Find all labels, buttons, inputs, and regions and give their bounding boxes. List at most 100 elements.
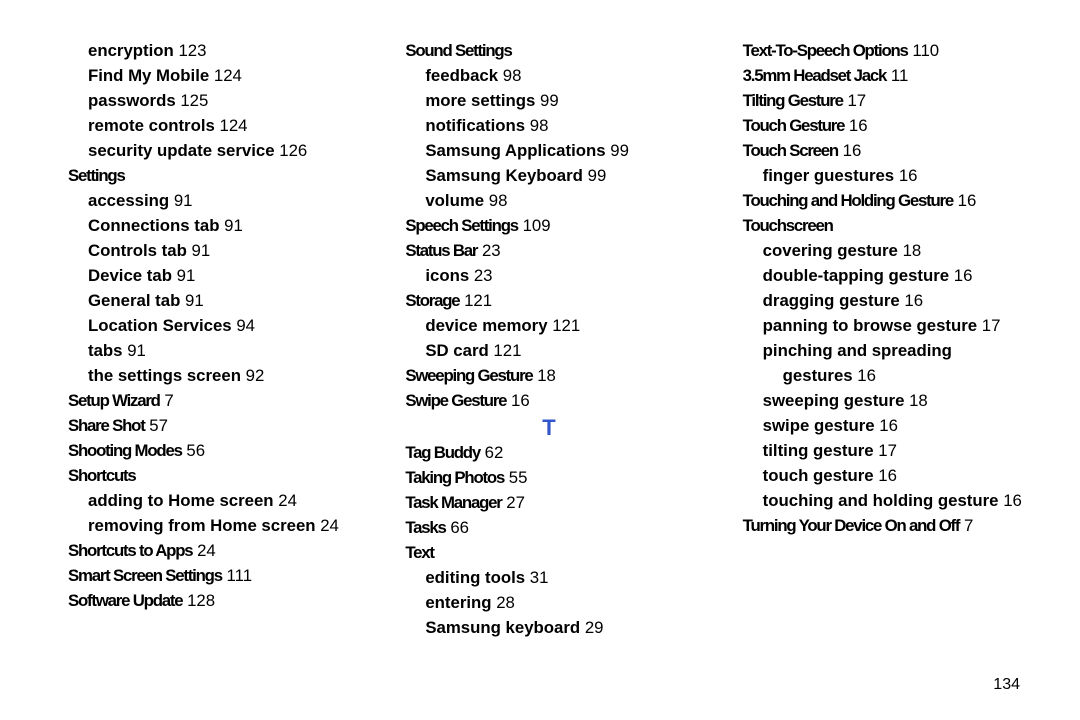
index-entry: entering 28 xyxy=(405,590,692,615)
index-entry: security update service 126 xyxy=(68,138,355,163)
index-entry-page: 16 xyxy=(511,391,530,410)
index-entry: Tilting Gesture 17 xyxy=(743,88,1030,113)
index-entry-label: panning to browse gesture xyxy=(743,316,977,335)
index-entry: touching and holding gesture 16 xyxy=(743,488,1030,513)
index-entry-page: 121 xyxy=(464,291,492,310)
index-entry-page: 123 xyxy=(178,41,206,60)
index-entry: Swipe Gesture 16 xyxy=(405,388,692,413)
index-entry: Turning Your Device On and Off 7 xyxy=(743,513,1030,538)
index-entry: dragging gesture 16 xyxy=(743,288,1030,313)
index-columns: encryption 123 Find My Mobile 124 password… xyxy=(68,38,1030,640)
index-entry-page: 17 xyxy=(982,316,1001,335)
index-entry-label: Speech Settings xyxy=(405,216,518,235)
index-entry-page: 111 xyxy=(227,566,253,585)
index-entry-label: Sound Settings xyxy=(405,41,511,60)
index-entry-page: 29 xyxy=(585,618,604,637)
index-entry-page: 128 xyxy=(187,591,215,610)
index-entry-page: 18 xyxy=(903,241,922,260)
index-entry-page: 16 xyxy=(879,416,898,435)
index-entry: swipe gesture 16 xyxy=(743,413,1030,438)
index-entry-page: 98 xyxy=(489,191,508,210)
index-entry: more settings 99 xyxy=(405,88,692,113)
index-entry: Status Bar 23 xyxy=(405,238,692,263)
index-entry-label: Turning Your Device On and Off xyxy=(743,516,960,535)
index-entry: Sound Settings xyxy=(405,38,692,63)
index-entry-page: 126 xyxy=(279,141,307,160)
index-entry-page: 99 xyxy=(540,91,559,110)
index-entry-label: Controls tab xyxy=(68,241,187,260)
index-entry-page: 28 xyxy=(496,593,515,612)
index-entry-label: Smart Screen Settings xyxy=(68,566,222,585)
index-entry: the settings screen 92 xyxy=(68,363,355,388)
index-entry-label: Connections tab xyxy=(68,216,219,235)
index-entry: Text xyxy=(405,540,692,565)
index-entry: Settings xyxy=(68,163,355,188)
index-entry-page: 91 xyxy=(127,341,146,360)
index-column-3: Text-To-Speech Options 1103.5mm Headset … xyxy=(743,38,1030,640)
index-entry-label: covering gesture xyxy=(743,241,898,260)
index-entry-label: Setup Wizard xyxy=(68,391,160,410)
index-entry-page: 16 xyxy=(878,466,897,485)
index-entry-label: Taking Photos xyxy=(405,468,504,487)
index-entry-label: Shortcuts xyxy=(68,466,136,485)
index-entry-label: tabs xyxy=(68,341,123,360)
index-entry-page: 17 xyxy=(878,441,897,460)
index-entry-label: Find My Mobile xyxy=(68,66,209,85)
index-entry-label: encryption xyxy=(68,41,174,60)
index-entry: double-tapping gesture 16 xyxy=(743,263,1030,288)
index-entry: accessing 91 xyxy=(68,188,355,213)
index-entry: Smart Screen Settings 111 xyxy=(68,563,355,588)
index-entry-label: Shortcuts to Apps xyxy=(68,541,192,560)
index-entry: General tab 91 xyxy=(68,288,355,313)
index-entry-page: 16 xyxy=(958,191,977,210)
index-entry-label: Touch Screen xyxy=(743,141,838,160)
index-entry: tilting gesture 17 xyxy=(743,438,1030,463)
index-entry: volume 98 xyxy=(405,188,692,213)
index-entry-label: more settings xyxy=(405,91,535,110)
index-entry: Connections tab 91 xyxy=(68,213,355,238)
index-entry-label: Samsung Keyboard xyxy=(405,166,583,185)
index-entry-label: accessing xyxy=(68,191,169,210)
index-entry-label: Text xyxy=(405,543,433,562)
index-entry-label: touch gesture xyxy=(743,466,874,485)
index-entry: remote controls 124 xyxy=(68,113,355,138)
index-entry-page: 7 xyxy=(164,391,173,410)
index-entry: feedback 98 xyxy=(405,63,692,88)
index-entry-label: security update service xyxy=(68,141,275,160)
index-entry-page: 24 xyxy=(278,491,297,510)
page-number: 134 xyxy=(993,676,1020,694)
index-entry: Tag Buddy 62 xyxy=(405,440,692,465)
index-entry: 3.5mm Headset Jack 11 xyxy=(743,63,1030,88)
index-entry-page: 7 xyxy=(964,516,973,535)
index-entry-label: remote controls xyxy=(68,116,215,135)
index-entry-page: 110 xyxy=(912,41,939,60)
index-entry: pinching and spreading xyxy=(743,338,1030,363)
index-entry-label: Status Bar xyxy=(405,241,477,260)
index-entry: Text-To-Speech Options 110 xyxy=(743,38,1030,63)
index-entry-label: SD card xyxy=(405,341,488,360)
index-entry: touch gesture 16 xyxy=(743,463,1030,488)
index-entry-label: passwords xyxy=(68,91,176,110)
index-entry-label: dragging gesture xyxy=(743,291,900,310)
index-entry-page: 98 xyxy=(503,66,522,85)
index-entry-page: 91 xyxy=(177,266,196,285)
index-entry: Share Shot 57 xyxy=(68,413,355,438)
index-entry: Touch Screen 16 xyxy=(743,138,1030,163)
index-entry-page: 11 xyxy=(891,66,908,85)
index-entry-page: 91 xyxy=(185,291,204,310)
index-entry: SD card 121 xyxy=(405,338,692,363)
index-entry: covering gesture 18 xyxy=(743,238,1030,263)
index-entry-page: 16 xyxy=(857,366,876,385)
index-entry: Task Manager 27 xyxy=(405,490,692,515)
index-entry-label: adding to Home screen xyxy=(68,491,274,510)
index-entry-label: touching and holding gesture xyxy=(743,491,999,510)
index-entry-page: 121 xyxy=(552,316,580,335)
index-entry: icons 23 xyxy=(405,263,692,288)
index-entry: tabs 91 xyxy=(68,338,355,363)
index-entry: Touchscreen xyxy=(743,213,1030,238)
index-entry-page: 125 xyxy=(180,91,208,110)
index-entry-label: Swipe Gesture xyxy=(405,391,506,410)
index-entry-page: 91 xyxy=(174,191,193,210)
index-entry-page: 124 xyxy=(220,116,248,135)
index-entry-page: 99 xyxy=(588,166,607,185)
